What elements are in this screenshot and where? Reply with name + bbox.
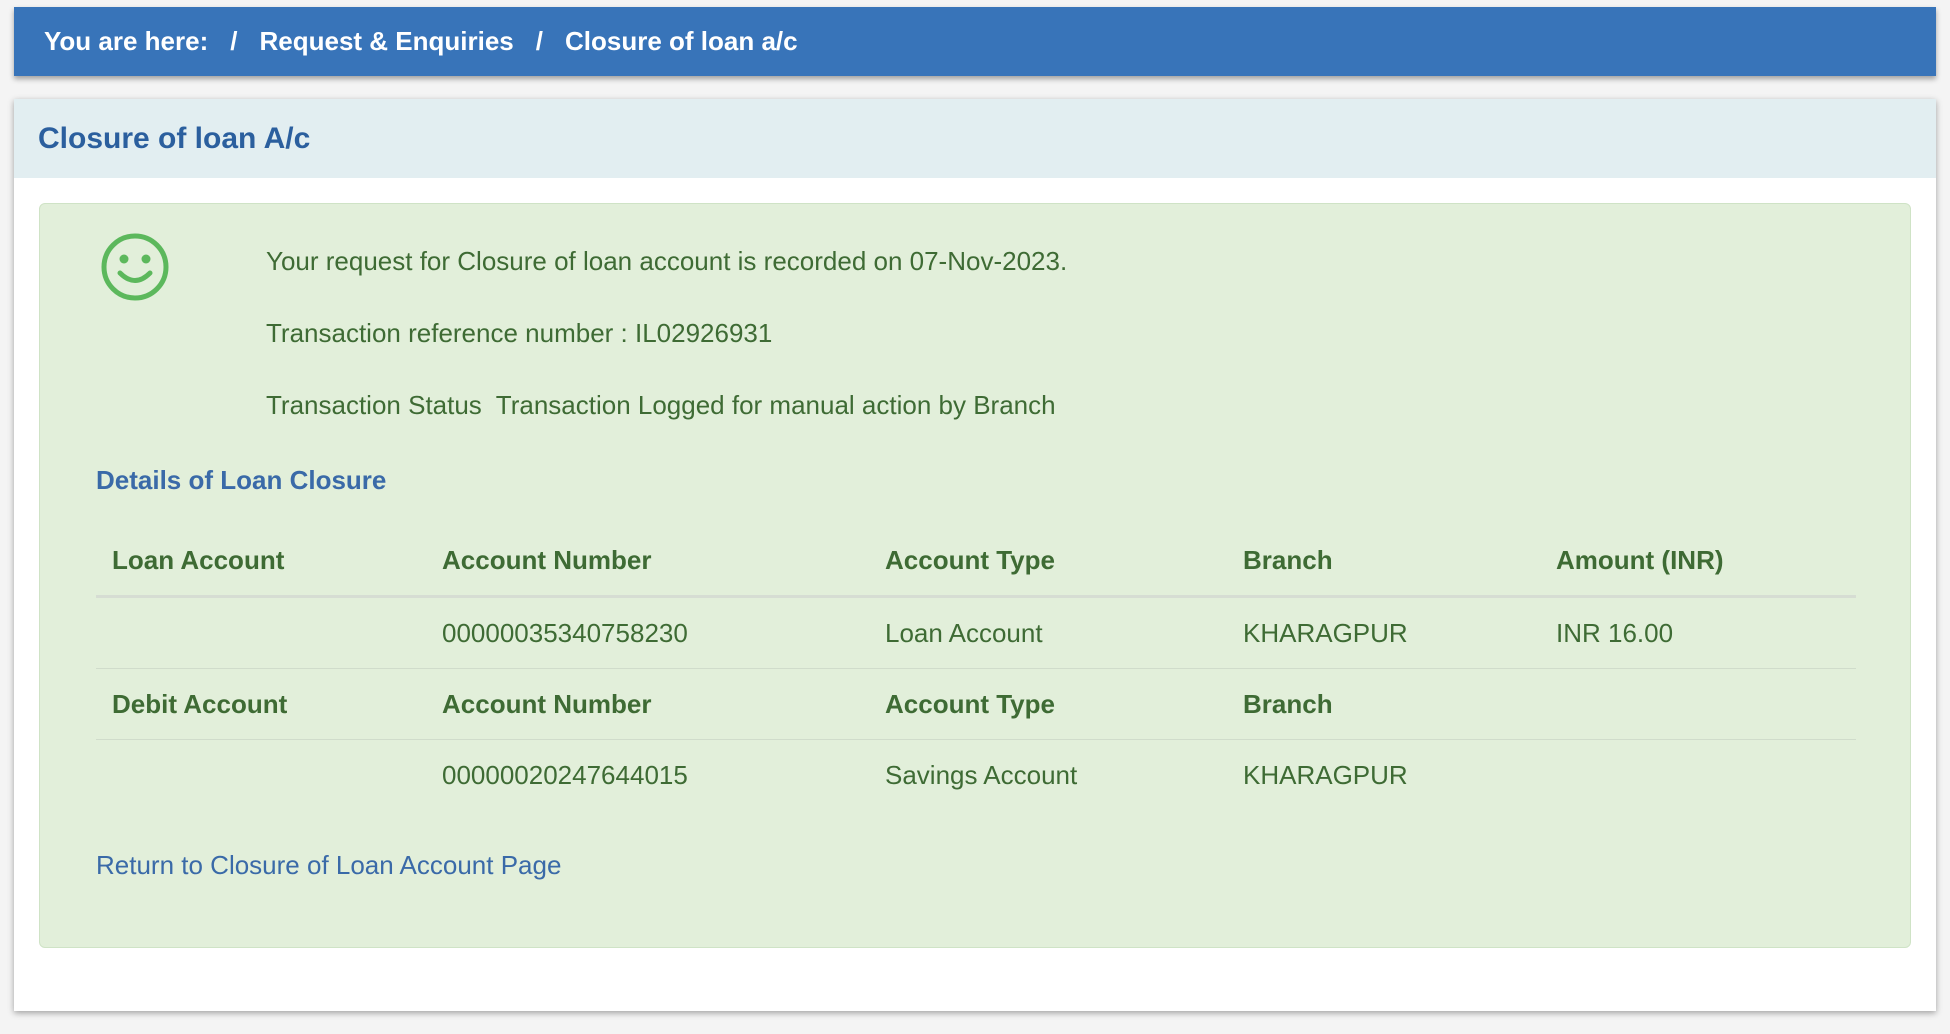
success-panel: Your request for Closure of loan account… xyxy=(39,203,1911,948)
breadcrumb-separator: / xyxy=(535,26,543,56)
card-header: Closure of loan A/c xyxy=(14,99,1936,178)
debit-header-branch: Branch xyxy=(1243,689,1333,719)
reference-message: Transaction reference number : IL0292693… xyxy=(266,318,773,348)
column-header-amount: Amount (INR) xyxy=(1556,545,1724,575)
debit-header-row: Debit Account Account Number Account Typ… xyxy=(96,669,1856,739)
loan-value-row: 00000035340758230 Loan Account KHARAGPUR… xyxy=(96,598,1856,668)
debit-value-row: 00000020247644015 Savings Account KHARAG… xyxy=(96,740,1856,810)
debit-header-account-type: Account Type xyxy=(885,689,1055,719)
loan-branch: KHARAGPUR xyxy=(1243,618,1408,648)
debit-account-number: 00000020247644015 xyxy=(442,760,688,790)
debit-branch: KHARAGPUR xyxy=(1243,760,1408,790)
breadcrumb-prefix: You are here: xyxy=(44,26,209,56)
loan-header-row: Loan Account Account Number Account Type… xyxy=(96,525,1856,595)
status-message: Transaction Status Transaction Logged fo… xyxy=(266,390,1056,420)
loan-amount: INR 16.00 xyxy=(1556,618,1674,648)
loan-account-number: 00000035340758230 xyxy=(442,618,688,648)
closure-card: Closure of loan A/c Your request for Clo… xyxy=(14,99,1936,1011)
column-header-account-type: Account Type xyxy=(885,545,1055,575)
debit-account-type: Savings Account xyxy=(885,760,1078,790)
debit-header-account-number: Account Number xyxy=(442,689,652,719)
smiley-face-icon xyxy=(101,233,169,301)
loan-account-type: Loan Account xyxy=(885,618,1043,648)
breadcrumb-item-request-enquiries[interactable]: Request & Enquiries xyxy=(259,26,513,57)
page-title: Closure of loan A/c xyxy=(38,121,311,155)
column-header-branch: Branch xyxy=(1243,545,1333,575)
breadcrumb-item-closure-of-loan: Closure of loan a/c xyxy=(565,26,798,56)
breadcrumb: You are here: / Request & Enquiries / Cl… xyxy=(14,7,1936,76)
return-to-closure-page-link[interactable]: Return to Closure of Loan Account Page xyxy=(96,850,561,881)
breadcrumb-separator: / xyxy=(230,26,238,56)
recorded-message: Your request for Closure of loan account… xyxy=(266,246,1068,276)
debit-account-label: Debit Account xyxy=(112,689,288,719)
loan-account-label: Loan Account xyxy=(112,545,285,575)
column-header-account-number: Account Number xyxy=(442,545,652,575)
details-heading: Details of Loan Closure xyxy=(96,465,387,495)
